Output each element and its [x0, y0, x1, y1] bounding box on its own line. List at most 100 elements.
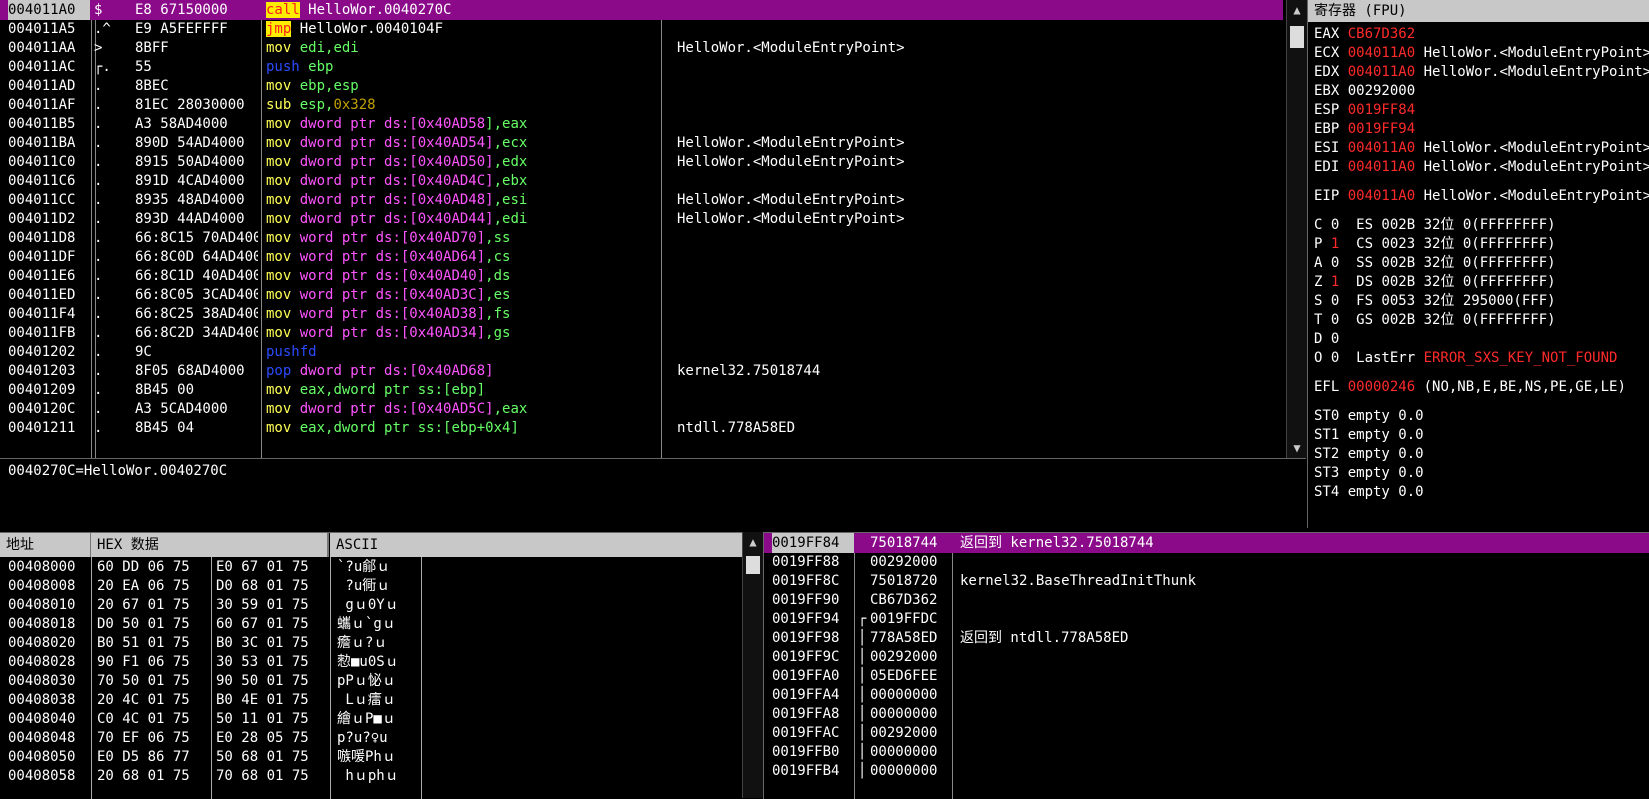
disasm-row[interactable]: 004011AD. 8BEC mov ebp,esp — [0, 76, 1283, 96]
disasm-row[interactable]: 004011AF. 81EC 28030000 sub esp,0x328 — [0, 95, 1283, 115]
register-row[interactable]: ST1 empty 0.0 — [1314, 425, 1424, 445]
scroll-up-icon[interactable]: ▲ — [1287, 0, 1307, 20]
scroll-thumb[interactable] — [1290, 26, 1304, 48]
register-row[interactable]: EAX CB67D362 — [1314, 24, 1415, 44]
disasm-row[interactable]: 00401211. 8B45 04 mov eax,dword ptr ss:[eb… — [0, 418, 1283, 438]
hex-row[interactable]: 00408058 20 68 01 75 70 68 01 75 hｕphｕ — [0, 766, 763, 786]
stack-row[interactable]: 0019FF90 CB67D362 — [764, 590, 1649, 610]
register-row[interactable]: ST0 empty 0.0 — [1314, 406, 1424, 426]
stack-row[interactable]: 0019FFA4 │ 00000000 — [764, 685, 1649, 705]
stack-row[interactable]: 0019FF88 00292000 — [764, 552, 1649, 572]
stack-pane[interactable]: 0019FF84 75018744 返回到 kernel32.75018744 001… — [763, 532, 1649, 799]
register-row[interactable]: EFL 00000246 (NO,NB,E,BE,NS,PE,GE,LE) — [1314, 377, 1626, 397]
disasm-row[interactable]: 004011AA >8BFF mov edi,edi HelloWor.<Module… — [0, 38, 1283, 58]
register-row[interactable]: T 0 GS 002B 32位 0(FFFFFFFF) — [1314, 310, 1556, 330]
scroll-up-icon[interactable]: ▲ — [743, 532, 763, 552]
instruction-token: esp, — [291, 97, 334, 113]
stack-row[interactable]: 0019FF98 │ 778A58ED 返回到 ntdll.778A58ED — [764, 628, 1649, 648]
disasm-row[interactable]: 004011D8. 66:8C15 70AD4000 mov word ptr ds… — [0, 228, 1283, 248]
hex-row[interactable]: 00408048 70 EF 06 75 E0 28 05 75 p?u?♀u — [0, 728, 763, 748]
register-row[interactable]: Z 1 DS 002B 32位 0(FFFFFFFF) — [1314, 272, 1556, 292]
stack-row[interactable]: 0019FF94 ┌ 0019FFDC — [764, 609, 1649, 629]
instruction-token: jmp — [266, 21, 292, 37]
register-row[interactable]: P 1 CS 0023 32位 0(FFFFFFFF) — [1314, 234, 1556, 254]
disasm-row[interactable]: 004011BA. 890D 54AD4000 mov dword ptr ds:[… — [0, 133, 1283, 153]
disasm-row[interactable]: 004011D2. 893D 44AD4000 mov dword ptr ds:[… — [0, 209, 1283, 229]
hex-address: 00408030 — [8, 673, 76, 689]
disasm-row[interactable]: 004011A5 .^ E9 A5FEFFFF jmp HelloWor.004010… — [0, 19, 1283, 39]
disasm-row[interactable]: 004011A0 $ E8 67150000 call HelloWor.004027… — [0, 0, 1283, 20]
scroll-down-icon[interactable]: ▼ — [1287, 438, 1307, 458]
hex-row[interactable]: 00408050 E0 D5 86 77 50 68 01 75 嗾喛Phｕ — [0, 747, 763, 767]
instruction-token: edi,edi — [291, 40, 359, 56]
disassembly-scrollbar[interactable]: ▲ ▼ — [1286, 0, 1307, 458]
disasm-row[interactable]: 0040120C. A3 5CAD4000 mov dword ptr ds:[0x… — [0, 399, 1283, 419]
disasm-row[interactable]: 004011F4. 66:8C25 38AD4000 mov word ptr ds… — [0, 304, 1283, 324]
disasm-row[interactable]: 004011C6. 891D 4CAD4000 mov dword ptr ds:[… — [0, 171, 1283, 191]
scroll-thumb[interactable] — [746, 556, 760, 574]
register-row[interactable]: ST2 empty 0.0 — [1314, 444, 1424, 464]
instruction-token: 0x328 — [333, 97, 376, 113]
disasm-row[interactable]: 00401209. 8B45 00 mov eax,dword ptr ss:[eb… — [0, 380, 1283, 400]
disasm-row[interactable]: 004011E6. 66:8C1D 40AD4000 mov word ptr ds… — [0, 266, 1283, 286]
registers-pane[interactable]: 寄存器 (FPU) EAX CB67D362 ECX 004011A0 Hello… — [1307, 0, 1649, 528]
stack-row[interactable]: 0019FFAC │ 00292000 — [764, 723, 1649, 743]
disasm-row[interactable]: 004011C0. 8915 50AD4000 mov dword ptr ds:[… — [0, 152, 1283, 172]
registers-header[interactable]: 寄存器 (FPU) — [1308, 0, 1649, 22]
hex-scrollbar[interactable]: ▲ — [742, 532, 763, 798]
register-row[interactable]: ECX 004011A0 HelloWor.<ModuleEntryPoint> — [1314, 43, 1649, 63]
register-token: ST1 empty 0.0 — [1314, 427, 1424, 443]
register-row[interactable]: ST3 empty 0.0 — [1314, 463, 1424, 483]
stack-row[interactable]: 0019FFA8 │ 00000000 — [764, 704, 1649, 724]
stack-row[interactable]: 0019FFB0 │ 00000000 — [764, 742, 1649, 762]
register-row[interactable]: ST4 empty 0.0 — [1314, 482, 1424, 502]
disasm-row[interactable]: 00401203. 8F05 68AD4000 pop dword ptr ds:[… — [0, 361, 1283, 381]
disasm-row[interactable]: 004011AC ┌. 55 push ebp — [0, 57, 1283, 77]
disasm-row[interactable]: 004011ED. 66:8C05 3CAD4000 mov word ptr ds… — [0, 285, 1283, 305]
register-row[interactable]: EIP 004011A0 HelloWor.<ModuleEntryPoint> — [1314, 186, 1649, 206]
hex-header-ascii[interactable]: ASCII — [330, 533, 430, 557]
hex-row[interactable]: 00408000 60 DD 06 75 E0 67 01 75 `?u鄃ｕ — [0, 557, 763, 577]
stack-row[interactable]: 0019FF8C 75018720 kernel32.BaseThreadInitT… — [764, 571, 1649, 591]
stack-value: 0019FFDC — [870, 611, 938, 627]
hex-row[interactable]: 00408020 B0 51 01 75 B0 3C 01 75 癚ｕ?ｕ — [0, 633, 763, 653]
hex-row[interactable]: 00408018 D0 50 01 75 60 67 01 75 蠵ｕ`gｕ — [0, 614, 763, 634]
register-row[interactable]: O 0 LastErr ERROR_SXS_KEY_NOT_FOUND — [1314, 348, 1617, 368]
register-row[interactable]: A 0 SS 002B 32位 0(FFFFFFFF) — [1314, 253, 1556, 273]
stack-value: 00000000 — [870, 744, 938, 760]
register-row[interactable]: D 0 — [1314, 329, 1339, 349]
hex-header-hex[interactable]: HEX 数据 — [91, 533, 329, 557]
disasm-row[interactable]: 004011CC. 8935 48AD4000 mov dword ptr ds:[… — [0, 190, 1283, 210]
stack-row[interactable]: 0019FFB4 │ 00000000 — [764, 761, 1649, 781]
disasm-row[interactable]: 004011FB. 66:8C2D 34AD4000 mov word ptr ds… — [0, 323, 1283, 343]
hex-row[interactable]: 00408028 90 F1 06 75 30 53 01 75 愸■u0Sｕ — [0, 652, 763, 672]
register-row[interactable]: EDI 004011A0 HelloWor.<ModuleEntryPoint> — [1314, 157, 1649, 177]
hex-header-address[interactable]: 地址 — [0, 533, 92, 557]
disasm-row[interactable]: 004011B5. A3 58AD4000 mov dword ptr ds:[0x… — [0, 114, 1283, 134]
stack-row[interactable]: 0019FF84 75018744 返回到 kernel32.75018744 — [764, 533, 1649, 553]
register-row[interactable]: EBP 0019FF94 — [1314, 119, 1415, 139]
stack-row[interactable]: 0019FFA0 │ 05ED6FEE — [764, 666, 1649, 686]
disasm-instruction: jmp HelloWor.0040104F — [266, 19, 656, 39]
register-row[interactable]: C 0 ES 002B 32位 0(FFFFFFFF) — [1314, 215, 1556, 235]
register-row[interactable]: S 0 FS 0053 32位 295000(FFF) — [1314, 291, 1556, 311]
disasm-row[interactable]: 004011DF. 66:8C0D 64AD4000 mov word ptr ds… — [0, 247, 1283, 267]
hex-row[interactable]: 00408008 20 EA 06 75 D0 68 01 75 ?u衕ｕ — [0, 576, 763, 596]
hex-dump-pane[interactable]: 地址 HEX 数据 ASCII 00408000 60 DD 06 75 E0 67… — [0, 532, 763, 799]
instruction-token: mov — [266, 40, 292, 56]
register-token: ST3 empty 0.0 — [1314, 465, 1424, 481]
stack-row[interactable]: 0019FF9C │ 00292000 — [764, 647, 1649, 667]
instruction-token: ebp,esp — [291, 78, 359, 94]
disasm-row[interactable]: 00401202. 9C pushfd — [0, 342, 1283, 362]
register-row[interactable]: EBX 00292000 — [1314, 81, 1415, 101]
register-row[interactable]: ESI 004011A0 HelloWor.<ModuleEntryPoint> — [1314, 138, 1649, 158]
disasm-comment — [677, 342, 1277, 362]
hex-row[interactable]: 00408030 70 50 01 75 90 50 01 75 pPｕ怭ｕ — [0, 671, 763, 691]
hex-row[interactable]: 00408010 20 67 01 75 30 59 01 75 gｕ0Yｕ — [0, 595, 763, 615]
disassembly-pane[interactable]: 004011A0 $ E8 67150000 call HelloWor.004027… — [0, 0, 1283, 458]
register-row[interactable]: ESP 0019FF84 — [1314, 100, 1415, 120]
hex-bytes: 50 11 01 75 — [216, 711, 309, 727]
register-row[interactable]: EDX 004011A0 HelloWor.<ModuleEntryPoint> — [1314, 62, 1649, 82]
hex-row[interactable]: 00408038 20 4C 01 75 B0 4E 01 75 Lｕ癗ｕ — [0, 690, 763, 710]
hex-row[interactable]: 00408040 C0 4C 01 75 50 11 01 75 繪ｕP■ｕ — [0, 709, 763, 729]
